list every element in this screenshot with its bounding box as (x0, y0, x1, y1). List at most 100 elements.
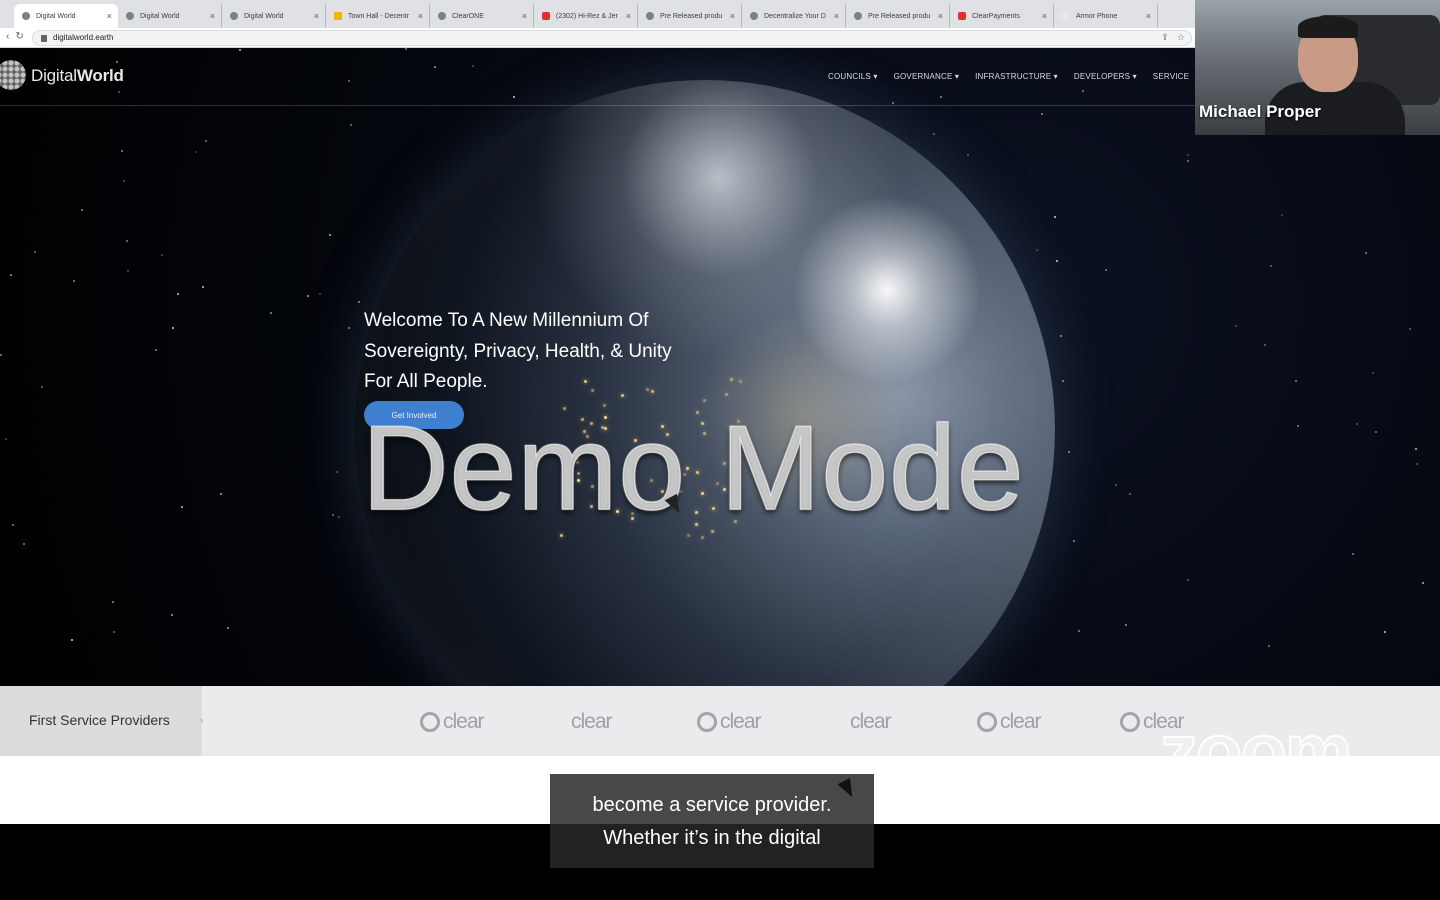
close-icon[interactable]: × (1146, 10, 1151, 22)
clear-health-icon (977, 712, 997, 732)
provider-logo[interactable]: clear (850, 708, 892, 736)
caption-line: become a service provider. (592, 794, 832, 816)
zoom-watermark: zoom (1159, 708, 1353, 795)
clear-logo-icon (958, 12, 966, 20)
star (34, 251, 36, 253)
nav-service[interactable]: SERVICE (1153, 72, 1189, 81)
clear-foundation-icon (420, 712, 440, 732)
provider-logo[interactable]: clear (420, 708, 485, 736)
reload-icon[interactable]: ↻ (15, 31, 23, 42)
close-icon[interactable]: × (522, 10, 527, 22)
star (350, 124, 352, 126)
back-icon[interactable]: ‹ (6, 31, 9, 42)
address-bar-actions: ⇪ ☆ (1161, 32, 1185, 43)
share-icon[interactable]: ⇪ (1161, 32, 1169, 43)
star (1187, 154, 1189, 156)
tab-label: Pre Released produ (868, 12, 931, 20)
browser-tab[interactable]: Pre Released produ × (638, 4, 742, 28)
hero-line: Sovereignty, Privacy, Health, & Unity (364, 340, 672, 362)
globe-icon (750, 12, 758, 20)
browser-tab[interactable]: Armor Phone × (1054, 4, 1158, 28)
participant-hair (1298, 16, 1358, 38)
url-text[interactable]: digitalworld.earth (53, 33, 113, 42)
participant-name: Michael Proper (1199, 102, 1321, 121)
bookmark-star-icon[interactable]: ☆ (1177, 32, 1185, 43)
star (307, 295, 309, 297)
star (23, 543, 25, 545)
nav-infrastructure[interactable]: INFRASTRUCTURE ▾ (975, 72, 1058, 81)
close-icon[interactable]: × (938, 10, 943, 22)
address-bar[interactable]: digitalworld.earth ⇪ ☆ (32, 30, 1192, 46)
browser-tab[interactable]: Digital World × (118, 4, 222, 28)
digitalworld-logo-icon[interactable] (0, 60, 26, 90)
browser-tab[interactable]: ClearONE × (430, 4, 534, 28)
close-icon[interactable]: × (730, 10, 735, 22)
provider-logo[interactable]: clear (977, 708, 1042, 736)
browser-tab[interactable]: ClearPayments × (950, 4, 1054, 28)
nav-governance[interactable]: GOVERNANCE ▾ (894, 72, 960, 81)
star (1365, 252, 1367, 254)
nav-developers[interactable]: DEVELOPERS ▾ (1074, 72, 1137, 81)
logo-prefix: Digital (31, 66, 77, 85)
caption-line: Whether it’s in the digital (603, 827, 821, 849)
hero-headline: Welcome To A New Millennium Of Sovereign… (364, 306, 784, 398)
close-icon[interactable]: × (314, 10, 319, 22)
globe-icon (126, 12, 134, 20)
star (1187, 160, 1189, 162)
chevron-right-icon: › (200, 715, 203, 725)
star (1060, 335, 1062, 337)
star (1235, 325, 1237, 327)
lock-icon[interactable] (41, 35, 47, 42)
star (0, 354, 2, 356)
site-nav: COUNCILS ▾ GOVERNANCE ▾ INFRASTRUCTURE ▾… (828, 72, 1189, 81)
star (1281, 214, 1283, 216)
star (348, 327, 350, 329)
provider-logo[interactable]: clear (697, 708, 762, 736)
star (1129, 493, 1131, 495)
provider-logo[interactable]: clear (571, 708, 613, 736)
star (126, 240, 128, 242)
tab-label: Digital World (244, 12, 284, 20)
close-icon[interactable]: × (418, 10, 423, 22)
clear-cellular-icon (697, 712, 717, 732)
star (270, 312, 272, 314)
providers-label: First Service Providers (29, 712, 170, 728)
folder-icon (334, 12, 342, 20)
demo-mode-watermark: Demo Mode (361, 400, 1025, 536)
browser-toolbar: ‹ ↻ digitalworld.earth ⇪ ☆ (0, 28, 1195, 48)
live-caption: become a service provider. Whether it’s … (550, 774, 874, 868)
star (1270, 265, 1272, 267)
tab-label: Armor Phone (1076, 12, 1118, 20)
star (161, 254, 163, 256)
browser-tab[interactable]: Decentralize Your D × (742, 4, 846, 28)
browser-tab[interactable]: Digital World × (222, 4, 326, 28)
star (10, 274, 12, 276)
star (41, 386, 43, 388)
site-logo[interactable]: DigitalWorld (31, 66, 124, 86)
browser-tab[interactable]: Pre Released produ × (846, 4, 950, 28)
star (1416, 463, 1418, 465)
browser-tab[interactable]: Town Hall - Decentr × (326, 4, 430, 28)
nav-councils[interactable]: COUNCILS ▾ (828, 72, 878, 81)
star (1187, 579, 1189, 581)
star (181, 506, 183, 508)
close-icon[interactable]: × (834, 10, 839, 22)
screen: Digital World × Digital World × Digital Wo… (0, 0, 1440, 900)
star (336, 471, 338, 473)
star (1054, 216, 1056, 218)
star (1415, 448, 1417, 450)
blank-page-icon (1062, 12, 1070, 20)
clear-network-icon (1120, 712, 1140, 732)
browser-tab[interactable]: Digital World × (14, 4, 118, 28)
star (121, 150, 123, 152)
close-icon[interactable]: × (1042, 10, 1047, 22)
star (1356, 423, 1358, 425)
participant-video-tile[interactable]: Michael Proper (1195, 0, 1440, 135)
star (1422, 582, 1424, 584)
close-icon[interactable]: × (626, 10, 631, 22)
star (1295, 380, 1297, 382)
browser-tab[interactable]: (2302) Hi-Rez & Jer × (534, 4, 638, 28)
close-icon[interactable]: × (210, 10, 215, 22)
close-icon[interactable]: × (107, 10, 112, 22)
star (73, 280, 75, 282)
